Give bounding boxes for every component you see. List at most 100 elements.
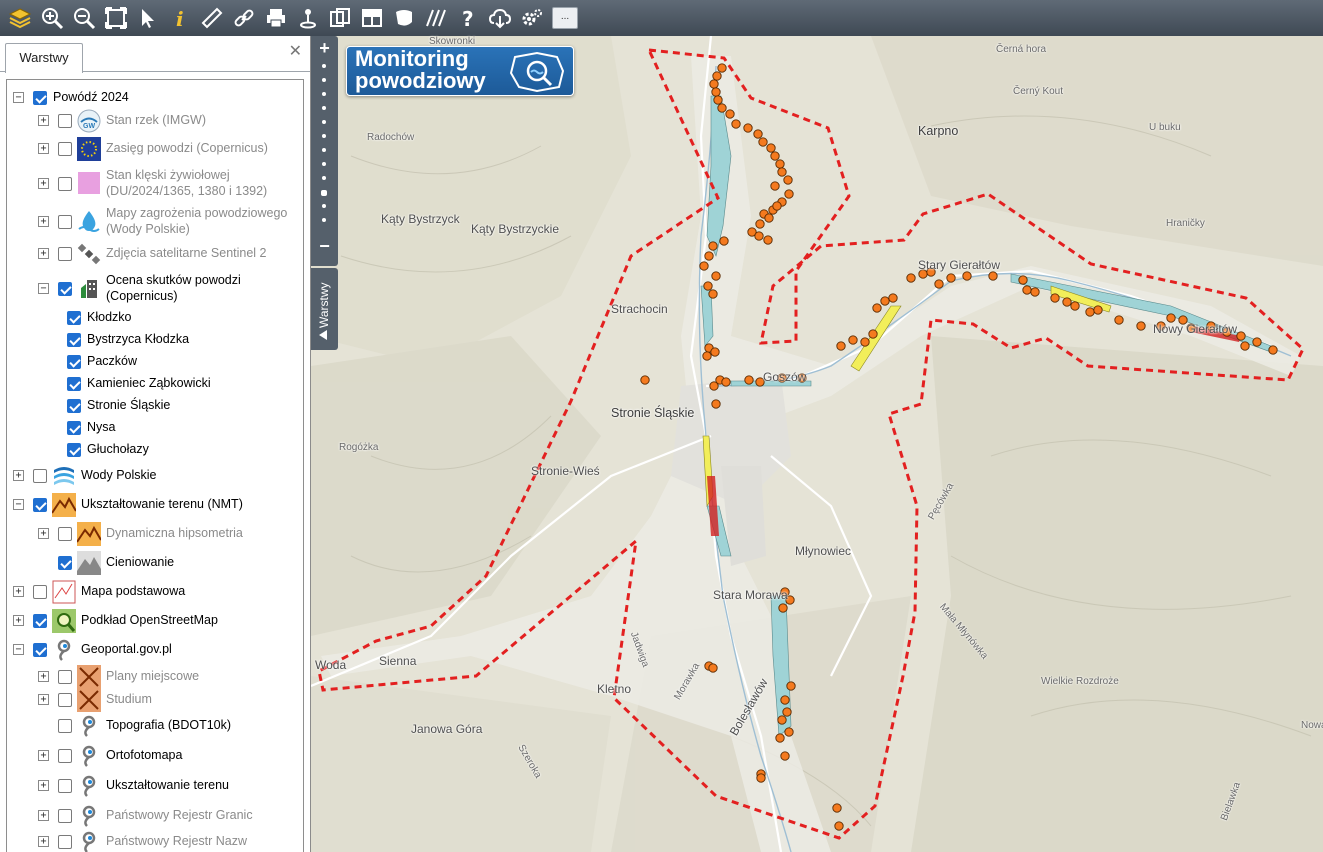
expand-icon[interactable]: + (38, 143, 49, 154)
expand-icon[interactable]: + (38, 115, 49, 126)
layer-checkbox[interactable] (58, 282, 72, 296)
damage-point[interactable] (708, 241, 718, 251)
damage-point[interactable] (717, 63, 727, 73)
damage-point[interactable] (1268, 345, 1278, 355)
damage-point[interactable] (756, 773, 766, 783)
damage-point[interactable] (1136, 321, 1146, 331)
layer-checkbox[interactable] (58, 779, 72, 793)
damage-point[interactable] (1030, 287, 1040, 297)
damage-point[interactable] (1166, 313, 1176, 323)
expand-icon[interactable]: + (38, 810, 49, 821)
damage-point[interactable] (708, 663, 718, 673)
layer-node[interactable]: − Ocena skutków powodzi (Copernicus) (7, 271, 303, 305)
damage-point[interactable] (1050, 293, 1060, 303)
layer-checkbox[interactable] (67, 355, 81, 369)
layer-checkbox[interactable] (33, 585, 47, 599)
layer-checkbox[interactable] (58, 719, 72, 733)
layer-checkbox[interactable] (58, 693, 72, 707)
damage-point[interactable] (868, 329, 878, 339)
damage-point[interactable] (770, 181, 780, 191)
damage-point[interactable] (778, 603, 788, 613)
damage-point[interactable] (786, 681, 796, 691)
damage-point[interactable] (725, 109, 735, 119)
expand-icon[interactable]: + (38, 780, 49, 791)
damage-point[interactable] (755, 219, 765, 229)
pointer-icon[interactable] (132, 2, 164, 34)
expand-icon[interactable]: + (13, 470, 24, 481)
layer-checkbox[interactable] (58, 556, 72, 570)
zoom-level-dot[interactable] (322, 92, 326, 96)
layer-node[interactable]: − Geoportal.gov.pl (7, 639, 303, 661)
damage-point[interactable] (702, 351, 712, 361)
layer-checkbox[interactable] (58, 215, 72, 229)
expand-icon[interactable]: + (13, 615, 24, 626)
damage-point[interactable] (704, 251, 714, 261)
damage-point[interactable] (1252, 337, 1262, 347)
zoom-level-dot[interactable] (322, 106, 326, 110)
damage-point[interactable] (766, 143, 776, 153)
damage-point[interactable] (777, 715, 787, 725)
damage-point[interactable] (946, 273, 956, 283)
damage-point[interactable] (753, 129, 763, 139)
layer-node[interactable]: Głuchołazy (7, 440, 303, 460)
damage-point[interactable] (880, 296, 890, 306)
layer-node[interactable]: + Państwowy Rejestr Nazw (7, 831, 303, 852)
layer-checkbox[interactable] (58, 177, 72, 191)
zoom-in-button[interactable]: + (311, 38, 338, 59)
layer-checkbox[interactable] (33, 643, 47, 657)
damage-point[interactable] (988, 271, 998, 281)
damage-point[interactable] (1240, 341, 1250, 351)
layer-node[interactable]: Cieniowanie (7, 551, 303, 575)
layer-node[interactable]: + Zdjęcia satelitarne Sentinel 2 (7, 243, 303, 265)
close-icon[interactable]: ✕ (289, 41, 302, 61)
damage-point[interactable] (719, 236, 729, 246)
damage-point[interactable] (758, 137, 768, 147)
settings-icon[interactable] (516, 2, 548, 34)
expand-icon[interactable]: + (13, 586, 24, 597)
damage-point[interactable] (780, 751, 790, 761)
layer-checkbox[interactable] (33, 469, 47, 483)
layer-checkbox[interactable] (58, 142, 72, 156)
damage-point[interactable] (848, 335, 858, 345)
layer-node[interactable]: Paczków (7, 352, 303, 372)
layer-checkbox[interactable] (67, 377, 81, 391)
side-tab-layers[interactable]: Warstwy (311, 268, 338, 350)
damage-point[interactable] (640, 375, 650, 385)
layout-icon[interactable] (356, 2, 388, 34)
damage-point[interactable] (860, 337, 870, 347)
damage-point[interactable] (764, 213, 774, 223)
layer-node[interactable]: − Powódź 2024 (7, 88, 303, 108)
layer-node[interactable]: + Podkład OpenStreetMap (7, 609, 303, 633)
layer-node[interactable]: + Plany miejscowe (7, 665, 303, 689)
expand-icon[interactable]: + (38, 750, 49, 761)
damage-point[interactable] (743, 123, 753, 133)
damage-point[interactable] (709, 381, 719, 391)
zoom-level-dot[interactable] (321, 190, 327, 196)
damage-point[interactable] (1022, 285, 1032, 295)
layer-node[interactable]: + Zasięg powodzi (Copernicus) (7, 137, 303, 161)
damage-point[interactable] (721, 377, 731, 387)
damage-point[interactable] (703, 281, 713, 291)
zoom-level-dot[interactable] (322, 134, 326, 138)
layer-checkbox[interactable] (58, 809, 72, 823)
layer-checkbox[interactable] (58, 114, 72, 128)
zoom-level-dot[interactable] (322, 78, 326, 82)
damage-point[interactable] (888, 293, 898, 303)
layer-node[interactable]: + Dynamiczna hipsometria (7, 522, 303, 546)
damage-point[interactable] (1018, 275, 1028, 285)
damage-point[interactable] (708, 289, 718, 299)
layer-checkbox[interactable] (58, 749, 72, 763)
damage-point[interactable] (784, 727, 794, 737)
layer-checkbox[interactable] (33, 91, 47, 105)
collapse-icon[interactable]: − (38, 283, 49, 294)
damage-point[interactable] (872, 303, 882, 313)
collapse-icon[interactable]: − (13, 644, 24, 655)
damage-point[interactable] (772, 201, 782, 211)
print-icon[interactable] (260, 2, 292, 34)
layer-checkbox[interactable] (67, 399, 81, 413)
info-icon[interactable]: i (164, 2, 196, 34)
layer-node[interactable]: + Ukształtowanie terenu (7, 775, 303, 797)
damage-point[interactable] (775, 159, 785, 169)
layer-node[interactable]: + Mapy zagrożenia powodziowego (Wody Polsk… (7, 204, 303, 238)
layer-node[interactable]: Kamieniec Ząbkowicki (7, 374, 303, 394)
